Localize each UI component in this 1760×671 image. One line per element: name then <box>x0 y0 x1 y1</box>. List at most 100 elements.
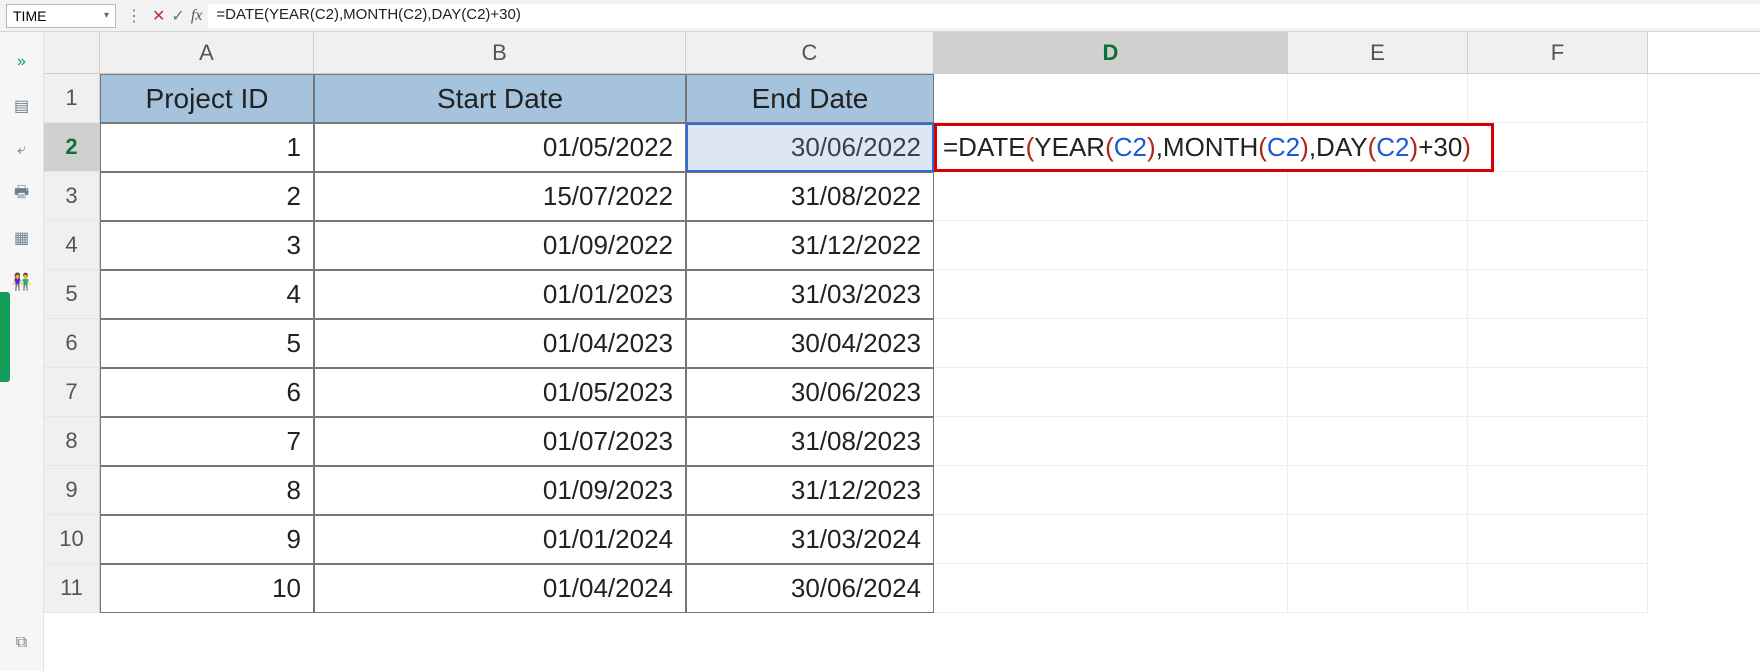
row-header-7[interactable]: 7 <box>44 368 100 417</box>
cell-C3[interactable]: 31/08/2022 <box>686 172 934 221</box>
cell-E3[interactable] <box>1288 172 1468 221</box>
cell-C6[interactable]: 30/04/2023 <box>686 319 934 368</box>
cell-B2[interactable]: 01/05/2022 <box>314 123 686 172</box>
cell-E9[interactable] <box>1288 466 1468 515</box>
cell-A11[interactable]: 10 <box>100 564 314 613</box>
col-header-A[interactable]: A <box>100 32 314 73</box>
cell-D4[interactable] <box>934 221 1288 270</box>
cell-E8[interactable] <box>1288 417 1468 466</box>
cell-B5[interactable]: 01/01/2023 <box>314 270 686 319</box>
chevron-down-icon[interactable]: ▾ <box>104 10 109 21</box>
col-header-B[interactable]: B <box>314 32 686 73</box>
open-panel-icon[interactable]: ⧉ <box>12 633 32 653</box>
column-headers: A B C D E F <box>44 32 1760 74</box>
cell-A5[interactable]: 4 <box>100 270 314 319</box>
cell-B7[interactable]: 01/05/2023 <box>314 368 686 417</box>
cell-E11[interactable] <box>1288 564 1468 613</box>
cell-E4[interactable] <box>1288 221 1468 270</box>
cell-C2[interactable]: 30/06/2022 <box>686 123 934 172</box>
cell-D6[interactable] <box>934 319 1288 368</box>
select-all-corner[interactable] <box>44 32 100 73</box>
cell-A10[interactable]: 9 <box>100 515 314 564</box>
col-header-C[interactable]: C <box>686 32 934 73</box>
header-start-date[interactable]: Start Date <box>314 74 686 123</box>
row-header-9[interactable]: 9 <box>44 466 100 515</box>
cell-B3[interactable]: 15/07/2022 <box>314 172 686 221</box>
cell-D11[interactable] <box>934 564 1288 613</box>
cell-A6[interactable]: 5 <box>100 319 314 368</box>
cell-F2[interactable] <box>1468 123 1648 172</box>
cell-B4[interactable]: 01/09/2022 <box>314 221 686 270</box>
row-header-8[interactable]: 8 <box>44 417 100 466</box>
cell-C8[interactable]: 31/08/2023 <box>686 417 934 466</box>
more-icon[interactable]: ⋮ <box>122 6 146 26</box>
row-header-5[interactable]: 5 <box>44 270 100 319</box>
functions-icon[interactable]: 👫 <box>12 272 32 292</box>
cell-C10[interactable]: 31/03/2024 <box>686 515 934 564</box>
row-header-10[interactable]: 10 <box>44 515 100 564</box>
styles-icon[interactable]: ⤶ <box>12 140 32 160</box>
cell-F6[interactable] <box>1468 319 1648 368</box>
enter-icon[interactable]: ✓ <box>171 6 184 26</box>
cell-C5[interactable]: 31/03/2023 <box>686 270 934 319</box>
cell-F4[interactable] <box>1468 221 1648 270</box>
cell-A9[interactable]: 8 <box>100 466 314 515</box>
cell-A8[interactable]: 7 <box>100 417 314 466</box>
cell-F3[interactable] <box>1468 172 1648 221</box>
spreadsheet-grid[interactable]: A B C D E F 1 Project ID Start Date End … <box>44 32 1760 671</box>
cell-F7[interactable] <box>1468 368 1648 417</box>
row-header-11[interactable]: 11 <box>44 564 100 613</box>
navigator-icon[interactable]: ▦ <box>12 228 32 248</box>
cell-D3[interactable] <box>934 172 1288 221</box>
cell-F8[interactable] <box>1468 417 1648 466</box>
col-header-F[interactable]: F <box>1468 32 1648 73</box>
name-box[interactable]: TIME ▾ <box>6 4 116 28</box>
header-project-id[interactable]: Project ID <box>100 74 314 123</box>
cell-D10[interactable] <box>934 515 1288 564</box>
cell-E10[interactable] <box>1288 515 1468 564</box>
row-header-3[interactable]: 3 <box>44 172 100 221</box>
cell-A4[interactable]: 3 <box>100 221 314 270</box>
properties-icon[interactable]: ▤ <box>12 96 32 116</box>
fx-icon[interactable]: fx <box>191 7 203 25</box>
cell-D5[interactable] <box>934 270 1288 319</box>
cell-A7[interactable]: 6 <box>100 368 314 417</box>
row-header-1[interactable]: 1 <box>44 74 100 123</box>
cell-B8[interactable]: 01/07/2023 <box>314 417 686 466</box>
cell-F5[interactable] <box>1468 270 1648 319</box>
cell-E5[interactable] <box>1288 270 1468 319</box>
row-header-2[interactable]: 2 <box>44 123 100 172</box>
cell-C9[interactable]: 31/12/2023 <box>686 466 934 515</box>
panel-expand-handle[interactable] <box>0 292 10 382</box>
cell-D1[interactable] <box>934 74 1288 123</box>
cell-C7[interactable]: 30/06/2023 <box>686 368 934 417</box>
cell-B6[interactable]: 01/04/2023 <box>314 319 686 368</box>
col-header-D[interactable]: D <box>934 32 1288 73</box>
expand-arrows-icon[interactable]: » <box>12 52 32 72</box>
col-header-E[interactable]: E <box>1288 32 1468 73</box>
cancel-icon[interactable]: ✕ <box>152 6 165 26</box>
cell-E7[interactable] <box>1288 368 1468 417</box>
cell-F10[interactable] <box>1468 515 1648 564</box>
cell-D7[interactable] <box>934 368 1288 417</box>
cell-C11[interactable]: 30/06/2024 <box>686 564 934 613</box>
cell-D8[interactable] <box>934 417 1288 466</box>
row-header-4[interactable]: 4 <box>44 221 100 270</box>
formula-input[interactable]: =DATE(YEAR(C2),MONTH(C2),DAY(C2)+30) <box>208 4 1760 28</box>
cell-F1[interactable] <box>1468 74 1648 123</box>
cell-F11[interactable] <box>1468 564 1648 613</box>
row-header-6[interactable]: 6 <box>44 319 100 368</box>
cell-C4[interactable]: 31/12/2022 <box>686 221 934 270</box>
cell-A3[interactable]: 2 <box>100 172 314 221</box>
header-end-date[interactable]: End Date <box>686 74 934 123</box>
cell-D2-editing-formula[interactable]: =DATE(YEAR(C2),MONTH(C2),DAY(C2)+30) <box>934 123 1494 172</box>
cell-B11[interactable]: 01/04/2024 <box>314 564 686 613</box>
gallery-icon[interactable]: 🖶 <box>12 184 32 204</box>
cell-E6[interactable] <box>1288 319 1468 368</box>
cell-E1[interactable] <box>1288 74 1468 123</box>
cell-A2[interactable]: 1 <box>100 123 314 172</box>
cell-B10[interactable]: 01/01/2024 <box>314 515 686 564</box>
cell-D9[interactable] <box>934 466 1288 515</box>
cell-B9[interactable]: 01/09/2023 <box>314 466 686 515</box>
cell-F9[interactable] <box>1468 466 1648 515</box>
